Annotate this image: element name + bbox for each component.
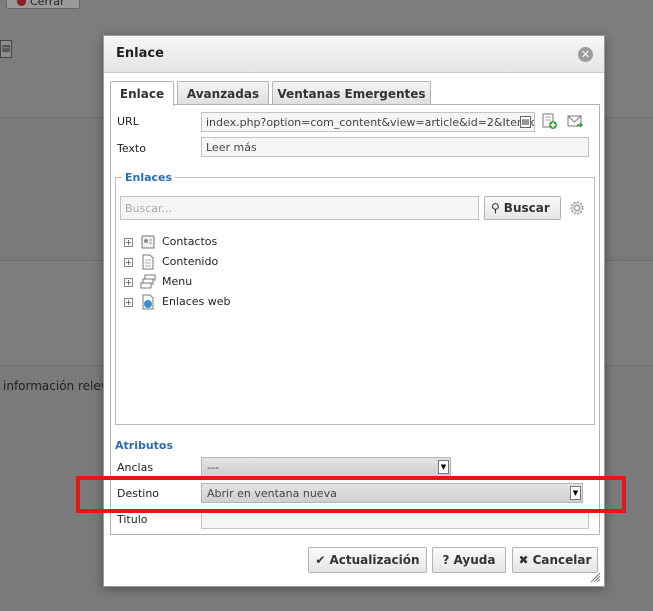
tree-item-menu[interactable]: + Menu bbox=[124, 274, 324, 290]
close-icon[interactable]: ✕ bbox=[578, 47, 593, 62]
question-icon: ? bbox=[442, 553, 450, 567]
tab-avanzadas[interactable]: Avanzadas bbox=[177, 81, 269, 105]
url-label: URL bbox=[117, 115, 139, 128]
tree-item-contenido[interactable]: + Contenido bbox=[124, 254, 324, 270]
text-label: Texto bbox=[117, 142, 146, 155]
expand-icon[interactable]: + bbox=[124, 298, 133, 307]
anchors-select[interactable]: --- ▼ bbox=[201, 457, 451, 477]
close-x-icon: ✖ bbox=[518, 553, 529, 567]
expand-icon[interactable]: + bbox=[124, 238, 133, 247]
email-link-icon[interactable] bbox=[567, 113, 583, 129]
browse-icon[interactable]: ▤ bbox=[520, 116, 531, 128]
dialog-title: Enlace bbox=[116, 46, 164, 61]
background-image-icon: ▤ bbox=[0, 40, 12, 58]
tree-item-label: Contenido bbox=[162, 255, 219, 268]
tree-item-enlaces-web[interactable]: + Enlaces web bbox=[124, 294, 324, 310]
links-fieldset: Enlaces Buscar... ⚲Buscar + Contactos + bbox=[115, 171, 595, 425]
dialog-header: Enlace ✕ bbox=[104, 36, 604, 73]
cancel-button[interactable]: ✖ Cancelar bbox=[512, 547, 598, 573]
target-label: Destino bbox=[117, 487, 160, 500]
tree-item-label: Contactos bbox=[162, 235, 218, 248]
expand-icon[interactable]: + bbox=[124, 278, 133, 287]
expand-icon[interactable]: + bbox=[124, 258, 133, 267]
tree-item-label: Enlaces web bbox=[162, 295, 231, 308]
anchors-label: Anclas bbox=[117, 461, 154, 474]
content-icon bbox=[142, 254, 154, 270]
tree-item-label: Menu bbox=[162, 275, 193, 288]
contacts-icon bbox=[141, 235, 155, 249]
resize-handle-icon[interactable] bbox=[590, 572, 601, 583]
attributes-title: Atributos bbox=[115, 439, 174, 452]
gear-icon[interactable] bbox=[569, 200, 585, 216]
background-close-button[interactable]: Cerrar bbox=[6, 0, 80, 9]
title-label: Titulo bbox=[117, 513, 148, 526]
links-legend: Enlaces bbox=[125, 171, 173, 184]
chevron-down-icon[interactable]: ▼ bbox=[438, 460, 449, 474]
menu-icon bbox=[140, 274, 156, 289]
check-icon: ✔ bbox=[315, 553, 326, 567]
add-link-icon[interactable] bbox=[541, 113, 557, 129]
text-input[interactable]: Leer más bbox=[201, 137, 589, 157]
weblinks-icon bbox=[142, 294, 154, 310]
search-icon: ⚲ bbox=[491, 201, 500, 215]
tab-enlace[interactable]: Enlace bbox=[110, 81, 174, 106]
tree-item-contactos[interactable]: + Contactos bbox=[124, 234, 324, 250]
url-input[interactable]: index.php?option=com_content&view=articl… bbox=[201, 112, 535, 132]
search-input[interactable]: Buscar... bbox=[120, 196, 479, 220]
title-input[interactable] bbox=[201, 509, 589, 529]
target-select[interactable]: Abrir en ventana nueva ▼ bbox=[201, 483, 583, 503]
tab-panel: URL index.php?option=com_content&view=ar… bbox=[110, 104, 600, 535]
chevron-down-icon[interactable]: ▼ bbox=[570, 486, 581, 500]
link-dialog: Enlace ✕ Enlace Avanzadas Ventanas Emerg… bbox=[103, 35, 605, 587]
update-button[interactable]: ✔ Actualización bbox=[308, 547, 427, 573]
help-button[interactable]: ? Ayuda bbox=[432, 547, 506, 573]
search-button[interactable]: ⚲ Buscar bbox=[484, 196, 561, 220]
close-circle-icon bbox=[17, 0, 26, 6]
tab-ventanas-emergentes[interactable]: Ventanas Emergentes bbox=[272, 81, 431, 105]
background-text: información relev bbox=[3, 379, 108, 393]
